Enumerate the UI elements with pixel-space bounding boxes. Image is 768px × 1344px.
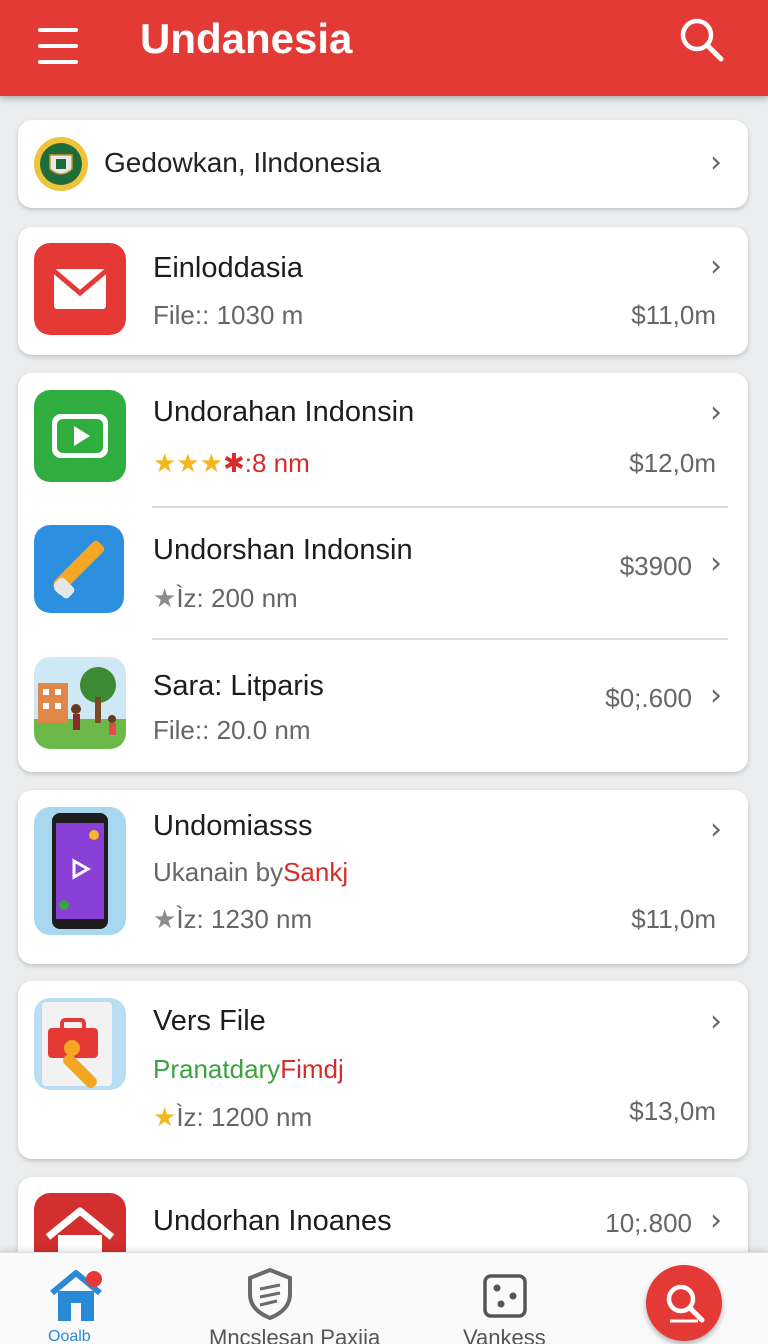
chevron-right-icon: › (710, 249, 722, 284)
item-price: $3900 (619, 551, 692, 581)
chevron-right-icon: › (710, 546, 722, 581)
item-title: Undorhan Inoanes (153, 1205, 392, 1237)
dice-icon (483, 1274, 527, 1318)
item-subtitle: PranatdaryFimdj (153, 1054, 344, 1085)
mail-envelope-icon (34, 243, 126, 335)
star-icon: ★ (153, 1102, 177, 1132)
author-name: Sankj (283, 857, 349, 887)
chevron-right-icon: › (710, 1004, 722, 1039)
app-title: Undanesia (140, 15, 353, 62)
star-icon: ★ (153, 583, 177, 613)
toolbox-icon (34, 998, 126, 1090)
item-title: Sara: Litparis (153, 670, 324, 702)
item-title: Undorahan Indonsin (153, 396, 415, 428)
village-illustration-icon (34, 657, 126, 749)
list-item[interactable]: Undorahan Indonsin ★★★✱:8 nm $12,0m › (18, 373, 748, 507)
item-price: $12,0m (629, 448, 716, 478)
rating-text: ✱:8 nm (222, 448, 310, 478)
nav-label: Mncslesan Paxija (209, 1325, 381, 1344)
list-item[interactable]: Undorshan Indonsin ★Ìz: 200 nm $3900 › (18, 507, 748, 639)
author-prefix: Ukanain by (153, 857, 284, 887)
location-card[interactable]: Gedowkan, Ilndonesia › (18, 120, 748, 208)
app-bar: Undanesia (0, 0, 768, 96)
chevron-right-icon: › (710, 145, 722, 180)
rating-text: Ìz: 200 nm (176, 583, 298, 613)
home-icon (50, 1270, 102, 1321)
item-rating: ★★★✱:8 nm (153, 448, 310, 479)
nav-item-dice[interactable]: Vankess (460, 1253, 570, 1344)
nav-item-home[interactable]: Ooalb (36, 1253, 126, 1344)
item-price: $13,0m (629, 1096, 716, 1126)
item-rating: ★Ìz: 1200 nm (153, 1102, 312, 1133)
chevron-right-icon: › (710, 1203, 722, 1238)
shield-icon (248, 1267, 292, 1321)
item-rating: ★Ìz: 200 nm (153, 583, 298, 614)
item-meta: File:: 1030 m (153, 300, 304, 330)
smartphone-icon (34, 807, 126, 935)
item-title: Vers File (153, 1005, 266, 1037)
item-price: $11,0m (631, 300, 716, 330)
item-rating: ★Ìz: 1230 nm (153, 904, 312, 935)
search-icon (666, 1284, 705, 1323)
subtitle-green: Pranatdary (153, 1054, 281, 1084)
subtitle-red: Fimdj (280, 1054, 344, 1084)
list-item[interactable]: Sara: Litparis File:: 20.0 nm $0;.600 › (18, 639, 748, 772)
nav-item-shield[interactable]: Mncslesan Paxija (205, 1253, 415, 1344)
rating-text: Ìz: 1230 nm (176, 904, 313, 934)
chevron-right-icon: › (710, 678, 722, 713)
list-item[interactable]: Einloddasia File:: 1030 m $11,0m › (18, 227, 748, 355)
item-price: $0;.600 (605, 683, 692, 713)
crest-badge-icon (34, 137, 88, 191)
bottom-navigation: Ooalb Mncslesan Paxija Vankess (0, 1252, 768, 1344)
list-item[interactable]: Vers File PranatdaryFimdj ★Ìz: 1200 nm $… (18, 981, 748, 1159)
star-rating-icon: ★★★ (153, 448, 223, 478)
search-icon[interactable] (676, 14, 726, 64)
item-price: $11,0m (631, 904, 716, 934)
location-text: Gedowkan, Ilndonesia (104, 147, 382, 178)
list-group-card: Undorahan Indonsin ★★★✱:8 nm $12,0m › Un… (18, 373, 748, 772)
chevron-right-icon: › (710, 812, 722, 847)
item-meta: File:: 20.0 nm (153, 715, 311, 745)
nav-label: Ooalb (48, 1328, 91, 1344)
search-fab-button[interactable] (646, 1265, 722, 1341)
item-title: Undomiasss (153, 810, 313, 842)
item-title: Einloddasia (153, 252, 303, 284)
list-item[interactable]: Undomiasss Ukanain bySankj ★Ìz: 1230 nm … (18, 790, 748, 964)
hamburger-menu-icon[interactable] (36, 24, 80, 68)
item-title: Undorshan Indonsin (153, 534, 413, 566)
nav-label: Vankess (463, 1325, 546, 1344)
star-icon: ★ (153, 904, 177, 934)
play-video-icon (34, 390, 126, 482)
item-author: Ukanain bySankj (153, 857, 348, 888)
item-price: 10;.800 (605, 1208, 692, 1238)
pencil-icon (34, 525, 124, 613)
chevron-right-icon: › (710, 395, 722, 430)
rating-text: Ìz: 1200 nm (176, 1102, 313, 1132)
